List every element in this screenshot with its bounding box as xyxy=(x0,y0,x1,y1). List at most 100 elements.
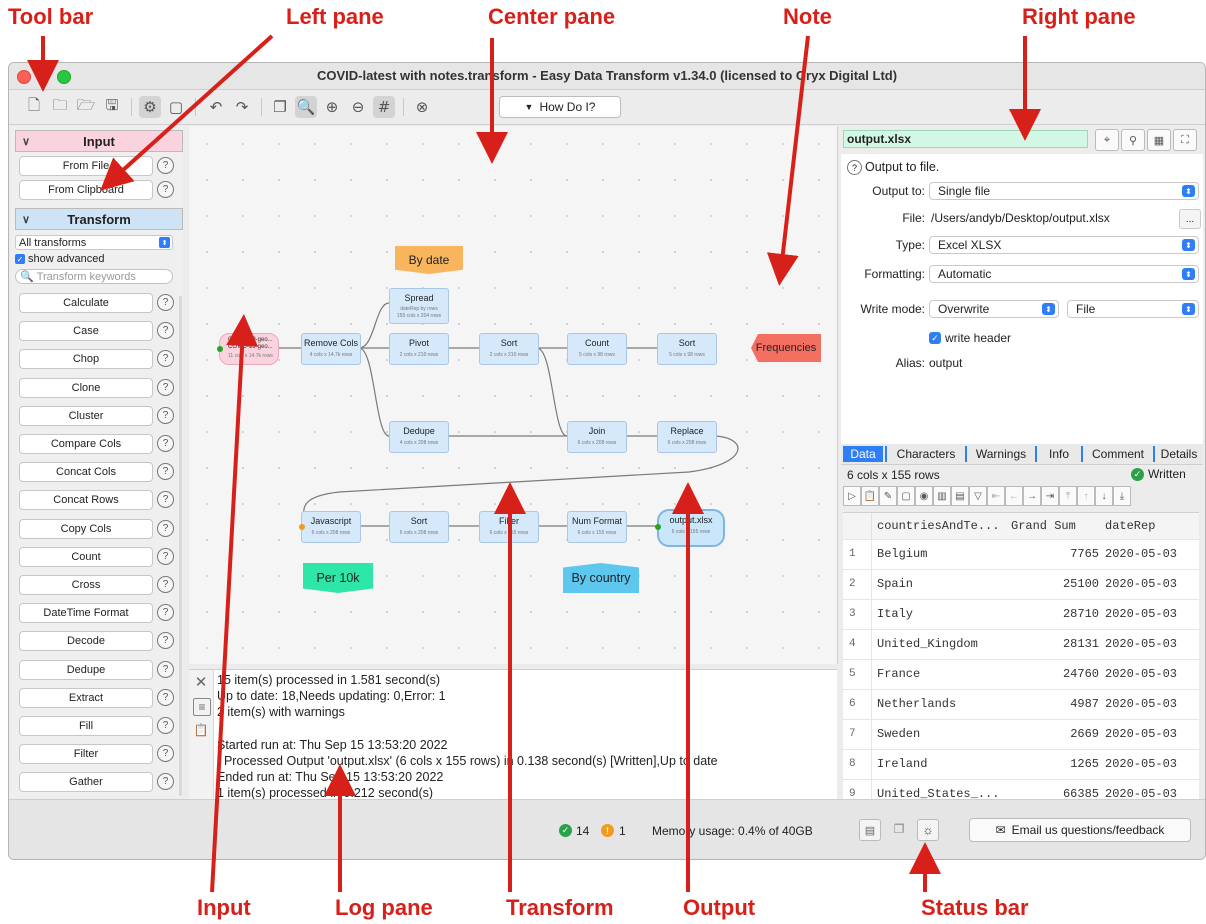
table-row[interactable]: 4 United_Kingdom 28131 2020-05-03 xyxy=(843,629,1199,660)
prev-row-icon[interactable]: ↑ xyxy=(1077,486,1095,506)
help-icon[interactable]: ? xyxy=(157,157,174,174)
transform-item-button[interactable]: Clone xyxy=(19,377,153,398)
first-column-icon[interactable]: ⇤ xyxy=(987,486,1005,506)
edit-icon[interactable]: ✎ xyxy=(879,486,897,506)
next-row-icon[interactable]: ↓ xyxy=(1095,486,1113,506)
remove-cols-node[interactable]: Remove Cols 4 cols x 14.7k rows xyxy=(301,333,361,365)
help-icon[interactable]: ? xyxy=(157,350,174,368)
transform-item-button[interactable]: DateTime Format xyxy=(19,603,153,624)
tab-details[interactable]: Details xyxy=(1153,446,1203,462)
note-by-date[interactable]: By date xyxy=(395,246,463,274)
new-file-icon[interactable]: 🗋 xyxy=(23,96,45,118)
table-row[interactable]: 8 Ireland 1265 2020-05-03 xyxy=(843,749,1199,780)
output-node[interactable]: output.xlsx 6 cols x 155 rows xyxy=(655,509,725,547)
input-item-button[interactable]: From Clipboard xyxy=(19,180,153,200)
transform-filter-select[interactable]: All transforms ⬍ xyxy=(15,235,173,250)
help-icon[interactable]: ? xyxy=(157,322,174,340)
sort-node[interactable]: Sort 2 cols x 210 rows xyxy=(479,333,539,365)
note-per-10k[interactable]: Per 10k xyxy=(303,563,373,593)
help-icon[interactable]: ? xyxy=(157,660,174,678)
windows-icon[interactable]: ❐ xyxy=(889,819,909,839)
transform-item-button[interactable]: Cross xyxy=(19,575,153,595)
help-icon[interactable]: ? xyxy=(157,604,174,622)
table-row[interactable]: 5 France 24760 2020-05-03 xyxy=(843,659,1199,690)
window-icon[interactable]: ▢ xyxy=(897,486,915,506)
join-node[interactable]: Join 6 cols x 208 rows xyxy=(567,421,627,453)
show-advanced-checkbox[interactable]: ✓ show advanced xyxy=(15,253,104,265)
feedback-button[interactable]: ✉ Email us questions/feedback xyxy=(969,818,1191,842)
help-icon[interactable]: ? xyxy=(157,773,174,791)
help-icon[interactable]: ? xyxy=(157,576,174,593)
tab-comment[interactable]: Comment xyxy=(1081,446,1153,462)
left-pane-scrollbar[interactable] xyxy=(179,296,182,796)
count-node[interactable]: Count 5 cols x 98 rows xyxy=(567,333,627,365)
tab-warnings[interactable]: Warnings xyxy=(965,446,1035,462)
grid-icon[interactable]: # xyxy=(373,96,395,118)
note-by-country[interactable]: By country xyxy=(563,563,639,593)
help-icon[interactable]: ? xyxy=(157,519,174,537)
last-column-icon[interactable]: ⇥ xyxy=(1041,486,1059,506)
prev-column-icon[interactable]: ← xyxy=(1005,486,1023,506)
spread-node[interactable]: Spread dateRep by rows 155 cols x 204 rows xyxy=(389,288,449,324)
copy-icon[interactable]: ❐ xyxy=(269,96,291,118)
help-icon[interactable]: ? xyxy=(847,160,862,175)
browse-file-button[interactable]: ... xyxy=(1179,209,1201,229)
table-row[interactable]: 2 Spain 25100 2020-05-03 xyxy=(843,569,1199,600)
first-row-icon[interactable]: ⤒ xyxy=(1059,486,1077,506)
transform-item-button[interactable]: Chop xyxy=(19,349,153,370)
help-icon[interactable]: ? xyxy=(157,406,174,424)
stop-icon[interactable]: ⊗ xyxy=(411,96,433,118)
log-toggle-icon[interactable]: ▤ xyxy=(859,819,881,841)
transform-item-button[interactable]: Copy Cols xyxy=(19,518,153,539)
next-column-icon[interactable]: → xyxy=(1023,486,1041,506)
help-icon[interactable]: ? xyxy=(157,435,174,452)
output-to-select[interactable]: Single file ⬍ xyxy=(929,182,1199,200)
recent-folder-icon[interactable]: 🗁 xyxy=(75,96,97,118)
transform-item-button[interactable]: Cluster xyxy=(19,405,153,426)
tab-characters[interactable]: Characters xyxy=(885,446,965,462)
help-icon[interactable]: ? xyxy=(157,181,174,198)
transform-item-button[interactable]: Count xyxy=(19,546,153,567)
transform-item-button[interactable]: Concat Rows xyxy=(19,490,153,511)
replace-node[interactable]: Replace 6 cols x 208 rows xyxy=(657,421,717,453)
zoom-fit-icon[interactable]: 🔍 xyxy=(295,96,317,118)
transform-item-button[interactable]: Fill xyxy=(19,716,153,736)
sort-node[interactable]: Sort 5 cols x 98 rows xyxy=(657,333,717,365)
tab-info[interactable]: Info xyxy=(1035,446,1081,462)
help-icon[interactable]: ? xyxy=(157,688,174,706)
help-icon[interactable]: ? xyxy=(157,294,174,311)
help-icon[interactable]: ? xyxy=(157,491,174,509)
copy-log-icon[interactable]: 📋 xyxy=(193,722,209,738)
note-frequencies[interactable]: Frequencies xyxy=(751,334,821,362)
alias-input[interactable]: output xyxy=(925,354,1203,372)
brightness-icon[interactable]: ☼ xyxy=(917,819,939,841)
transform-item-button[interactable]: Dedupe xyxy=(19,659,153,680)
filter-node[interactable]: Filter 6 cols x 155 rows xyxy=(479,511,539,543)
clear-log-icon[interactable]: ✕ xyxy=(193,674,209,691)
redo-icon[interactable]: ↷ xyxy=(231,96,253,118)
play-icon[interactable]: ▷ xyxy=(843,486,861,506)
item-name-field[interactable]: output.xlsx xyxy=(843,130,1088,148)
write-header-checkbox[interactable]: ✓ write header xyxy=(929,331,1011,345)
transform-item-button[interactable]: Calculate xyxy=(19,293,153,313)
last-row-icon[interactable]: ⤓ xyxy=(1113,486,1131,506)
write-target-select[interactable]: File ⬍ xyxy=(1067,300,1199,318)
table-row[interactable]: 1 Belgium 7765 2020-05-03 xyxy=(843,539,1199,570)
zoom-in-icon[interactable]: ⊕ xyxy=(321,96,343,118)
column-header[interactable]: dateRep xyxy=(1105,513,1155,539)
help-icon[interactable]: ? xyxy=(157,463,174,481)
undo-icon[interactable]: ↶ xyxy=(205,96,227,118)
help-icon[interactable]: ? xyxy=(157,547,174,565)
input-node[interactable]: COVID-19-geo... COVID-19-geo... 11 cols … xyxy=(217,333,279,365)
type-select[interactable]: Excel XLSX ⬍ xyxy=(929,236,1199,254)
sort-node[interactable]: Sort 6 cols x 208 rows xyxy=(389,511,449,543)
transform-item-button[interactable]: Concat Cols xyxy=(19,462,153,483)
transform-item-button[interactable]: Filter xyxy=(19,744,153,765)
eye-icon[interactable]: ◉ xyxy=(915,486,933,506)
table-row[interactable]: 7 Sweden 2669 2020-05-03 xyxy=(843,719,1199,750)
write-mode-select[interactable]: Overwrite ⬍ xyxy=(929,300,1059,318)
transform-item-button[interactable]: Extract xyxy=(19,687,153,708)
help-icon[interactable]: ? xyxy=(157,378,174,396)
settings-icon[interactable]: ⚙ xyxy=(139,96,161,118)
columns-icon[interactable]: ▥ xyxy=(933,486,951,506)
